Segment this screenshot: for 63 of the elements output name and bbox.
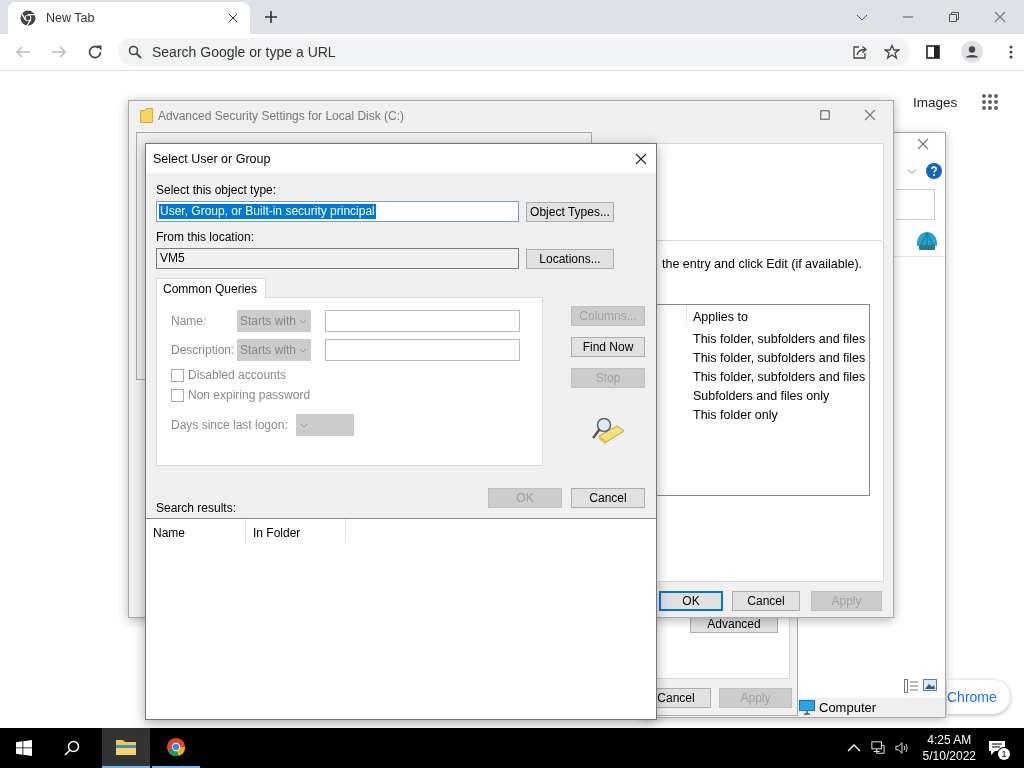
ok-button[interactable]: OK — [659, 591, 723, 611]
field-label: From this location: — [156, 230, 256, 244]
table-cell-text: This folder only — [693, 408, 779, 424]
object-types-button[interactable]: Object Types... — [526, 201, 614, 222]
location-field[interactable]: VM5 — [156, 248, 519, 269]
clock-time[interactable]: 4:25 AM — [927, 732, 972, 748]
table-cell-text: This folder, subfolders and files — [693, 370, 866, 386]
folder-icon — [115, 737, 137, 757]
help-icon[interactable] — [926, 163, 942, 179]
chrome-logo-icon — [20, 10, 36, 26]
cancel-button[interactable]: Cancel — [571, 488, 645, 508]
plus-icon[interactable] — [264, 10, 278, 24]
restore-icon[interactable] — [948, 11, 960, 23]
network-icon[interactable] — [870, 741, 885, 755]
clock-date[interactable]: 5/10/2022 — [922, 748, 976, 764]
windows-start-icon[interactable] — [16, 740, 32, 756]
object-type-field[interactable]: User, Group, or Built-in security principal — [156, 201, 519, 222]
filter-label: Description: — [171, 343, 236, 357]
table-cell-text: This folder, subfolders and files — [693, 351, 866, 367]
search-icon — [128, 45, 142, 59]
close-icon[interactable] — [635, 152, 647, 165]
apps-grid-icon[interactable] — [981, 93, 999, 111]
maximize-icon[interactable] — [820, 110, 830, 120]
checkbox-label: Non expiring password — [188, 388, 311, 402]
profile-icon[interactable] — [961, 41, 983, 63]
star-icon[interactable] — [884, 44, 900, 60]
dialog-title: Select User or Group — [153, 151, 272, 166]
table-cell-text: This folder, subfolders and files — [693, 332, 866, 348]
monitor-icon — [799, 700, 815, 715]
filter-label: Days since last logon: — [171, 418, 288, 432]
magnifier-book-icon — [591, 416, 625, 446]
reload-icon[interactable] — [87, 44, 103, 60]
table-cell-text: Subfolders and files only — [693, 389, 831, 405]
shell-icon[interactable] — [915, 230, 939, 252]
folder-icon — [140, 108, 153, 123]
header-link[interactable]: Images — [913, 95, 958, 110]
column-header: Applies to — [693, 310, 749, 326]
browser-tab[interactable]: New Tab — [8, 2, 250, 34]
checkbox-label: Disabled accounts — [188, 368, 287, 382]
side-panel-icon[interactable] — [925, 44, 941, 60]
notification-badge: 1 — [998, 748, 1010, 760]
results-label: Search results: — [156, 501, 237, 515]
thumbnail-view-icon[interactable] — [923, 679, 937, 691]
locations-button[interactable]: Locations... — [526, 248, 614, 269]
details-view-icon[interactable] — [904, 679, 918, 693]
status-text: Computer — [819, 700, 877, 715]
close-icon[interactable] — [228, 13, 238, 23]
taskbar-button[interactable] — [102, 728, 150, 768]
find-now-button[interactable]: Find Now — [571, 337, 645, 357]
customize-button[interactable]: Chrome — [947, 680, 1010, 714]
share-icon[interactable] — [852, 44, 868, 60]
column-header[interactable]: In Folder — [246, 519, 346, 543]
filter-label: Name: — [171, 314, 208, 328]
column-header[interactable]: Name — [146, 519, 246, 543]
chrome-logo-icon — [165, 737, 187, 757]
address-bar[interactable]: Search Google or type a URL — [118, 38, 910, 66]
speaker-icon[interactable] — [894, 741, 909, 755]
cancel-button[interactable]: Cancel — [732, 591, 800, 611]
field-label: Select this object type: — [156, 183, 278, 197]
search-field[interactable] — [896, 189, 935, 220]
instruction-text: the entry and click Edit (if available). — [662, 257, 863, 271]
window-title: Advanced Security Settings for Local Disk (C:) — [158, 109, 405, 123]
search-icon[interactable] — [64, 740, 80, 756]
